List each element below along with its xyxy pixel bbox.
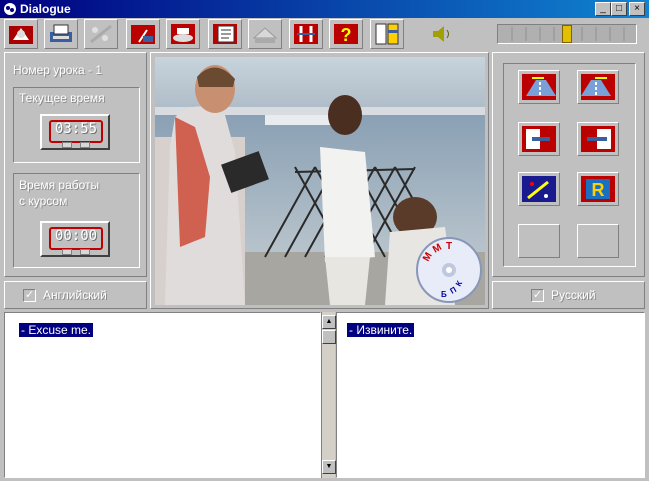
- current-time-group: Текущее время 03:55: [13, 87, 140, 163]
- video-logo-letter: Б: [441, 290, 447, 299]
- blank-button-2[interactable]: [577, 224, 619, 258]
- title-bar: Dialogue _ □ ×: [0, 0, 649, 18]
- russian-checkbox[interactable]: ✓: [531, 289, 544, 302]
- exit-right-button[interactable]: [577, 122, 619, 156]
- time-foot: [62, 249, 72, 255]
- scrollbar[interactable]: ▲ ▼: [321, 312, 336, 478]
- svg-text:R: R: [592, 180, 605, 200]
- toolbar: ?: [0, 18, 649, 50]
- scroll-up-button[interactable]: ▲: [322, 315, 336, 329]
- video-panel: М М Т Б П К: [150, 52, 489, 309]
- current-time-value: 03:55: [49, 120, 103, 143]
- arrows-button[interactable]: [289, 19, 323, 49]
- volume-slider-thumb[interactable]: [562, 25, 572, 43]
- svg-text:?: ?: [341, 25, 352, 45]
- course-time-display: 00:00: [40, 221, 110, 257]
- current-time-display: 03:55: [40, 114, 110, 150]
- current-time-label: Текущее время: [19, 91, 105, 105]
- time-foot: [80, 249, 90, 255]
- right-button-group: R: [503, 63, 636, 267]
- right-panel: R: [492, 52, 645, 277]
- blank-button-1[interactable]: [518, 224, 560, 258]
- time-foot: [62, 142, 72, 148]
- r-letter-button[interactable]: R: [577, 172, 619, 206]
- bag-button[interactable]: [4, 19, 38, 49]
- russian-line: - Извините.: [347, 323, 415, 337]
- course-time-label: Время работы: [19, 178, 100, 192]
- phone-button[interactable]: [166, 19, 200, 49]
- lesson-number: Номер урока - 1: [13, 63, 103, 77]
- easel-button[interactable]: [126, 19, 160, 49]
- notebook-button[interactable]: [208, 19, 242, 49]
- rocket-button[interactable]: [518, 172, 560, 206]
- russian-toggle-panel: ✓ Русский: [492, 281, 645, 309]
- flowers-button[interactable]: [84, 19, 118, 49]
- speaker-icon: [430, 26, 454, 47]
- course-time-group: Время работы с курсом 00:00: [13, 173, 140, 268]
- video-logo-letter: Т: [446, 241, 452, 252]
- help-button[interactable]: ?: [329, 19, 363, 49]
- video-frame: М М Т Б П К: [155, 57, 485, 305]
- road-right-button[interactable]: [577, 70, 619, 104]
- english-text-pane[interactable]: - Excuse me.: [4, 312, 321, 478]
- close-button[interactable]: ×: [629, 2, 645, 16]
- road-left-button[interactable]: [518, 70, 560, 104]
- russian-text-pane[interactable]: - Извините.: [336, 312, 645, 478]
- english-toggle-panel: ✓ Английский: [4, 281, 147, 309]
- russian-label: Русский: [551, 288, 596, 302]
- english-line: - Excuse me.: [19, 323, 94, 337]
- volume-button[interactable]: [430, 24, 454, 44]
- exit-left-button[interactable]: [518, 122, 560, 156]
- course-time-value: 00:00: [49, 227, 103, 250]
- scroll-down-button[interactable]: ▼: [322, 460, 336, 474]
- english-checkbox[interactable]: ✓: [23, 289, 36, 302]
- scroll-thumb[interactable]: [322, 330, 336, 344]
- maximize-button[interactable]: □: [611, 2, 627, 16]
- keyboard-button[interactable]: [248, 19, 282, 49]
- app-icon: [3, 2, 17, 16]
- printer-button[interactable]: [44, 19, 78, 49]
- window-title: Dialogue: [20, 2, 71, 16]
- left-panel: Номер урока - 1 Текущее время 03:55 Врем…: [4, 52, 147, 277]
- english-label: Английский: [43, 288, 107, 302]
- time-foot: [80, 142, 90, 148]
- volume-slider[interactable]: [497, 24, 637, 44]
- video-image: М М Т Б П К: [155, 57, 485, 305]
- course-time-label-2: с курсом: [19, 194, 68, 208]
- book-button[interactable]: [370, 19, 404, 49]
- minimize-button[interactable]: _: [595, 2, 611, 16]
